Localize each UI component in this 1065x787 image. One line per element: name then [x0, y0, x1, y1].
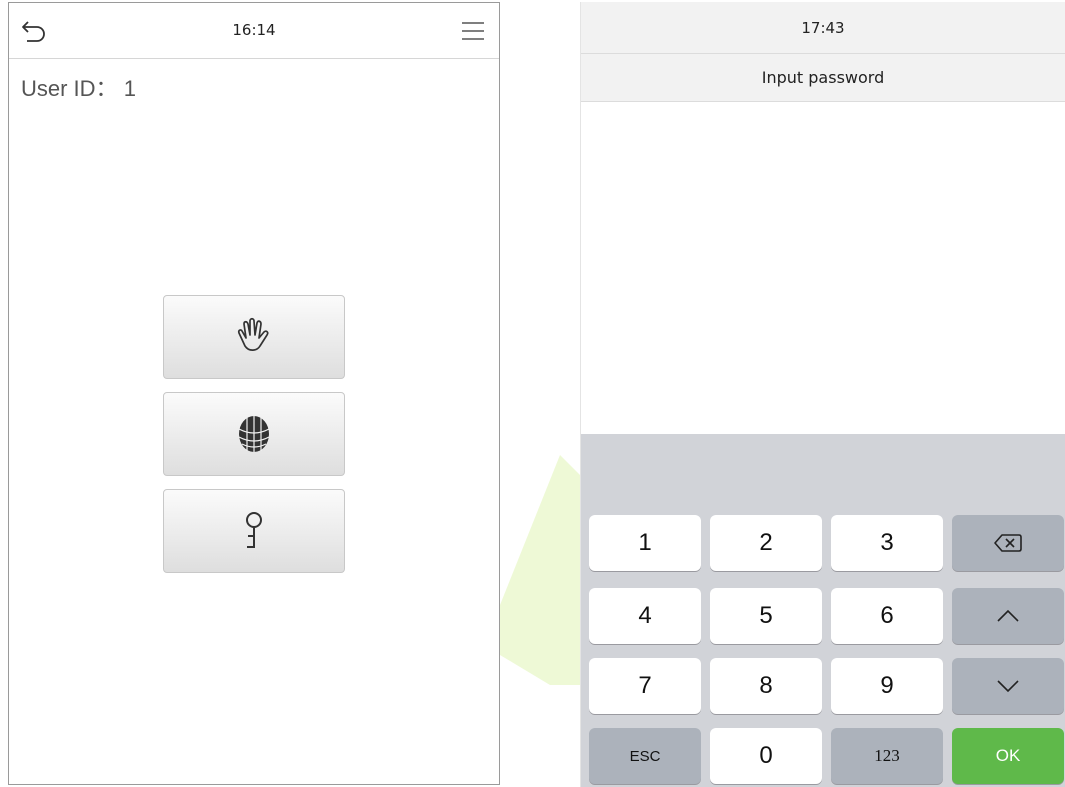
palm-icon	[237, 317, 269, 351]
password-input-area[interactable]	[581, 103, 1065, 434]
user-id-label: User ID：	[21, 76, 118, 101]
numeric-keypad: 1 2 3 4 5 6 7 8 9 ESC 0 123 OK	[581, 434, 1065, 787]
screenshot-composite: 16:14 User ID： 1 17:43 Input password 1 …	[0, 0, 1065, 787]
menu-icon[interactable]	[461, 20, 485, 42]
clock-time: 16:14	[232, 21, 276, 39]
down-key[interactable]	[952, 658, 1064, 714]
backspace-key[interactable]	[952, 515, 1064, 571]
face-verify-button[interactable]	[163, 392, 345, 476]
verification-mode-screen: 16:14 User ID： 1	[8, 2, 500, 785]
face-icon	[238, 416, 270, 452]
password-key-icon	[246, 512, 262, 548]
key-0[interactable]: 0	[710, 728, 822, 784]
key-8[interactable]: 8	[710, 658, 822, 714]
key-6[interactable]: 6	[831, 588, 943, 644]
key-4[interactable]: 4	[589, 588, 701, 644]
key-1[interactable]: 1	[589, 515, 701, 571]
password-input-screen: 17:43 Input password 1 2 3 4 5 6 7 8 9 E…	[580, 2, 1065, 787]
user-id-row: User ID： 1	[21, 71, 136, 103]
clock-time: 17:43	[581, 2, 1065, 54]
chevron-down-icon	[997, 680, 1019, 693]
up-key[interactable]	[952, 588, 1064, 644]
page-title: Input password	[581, 54, 1065, 102]
key-7[interactable]: 7	[589, 658, 701, 714]
ok-key[interactable]: OK	[952, 728, 1064, 784]
top-bar: 16:14	[9, 3, 499, 59]
user-id-value: 1	[123, 76, 136, 101]
esc-key[interactable]: ESC	[589, 728, 701, 784]
chevron-up-icon	[997, 609, 1019, 622]
password-verify-button[interactable]	[163, 489, 345, 573]
key-2[interactable]: 2	[710, 515, 822, 571]
key-5[interactable]: 5	[710, 588, 822, 644]
symbol-mode-key[interactable]: 123	[831, 728, 943, 784]
palm-verify-button[interactable]	[163, 295, 345, 379]
key-9[interactable]: 9	[831, 658, 943, 714]
backspace-icon	[994, 534, 1022, 552]
watermark-shape	[500, 455, 580, 685]
key-3[interactable]: 3	[831, 515, 943, 571]
